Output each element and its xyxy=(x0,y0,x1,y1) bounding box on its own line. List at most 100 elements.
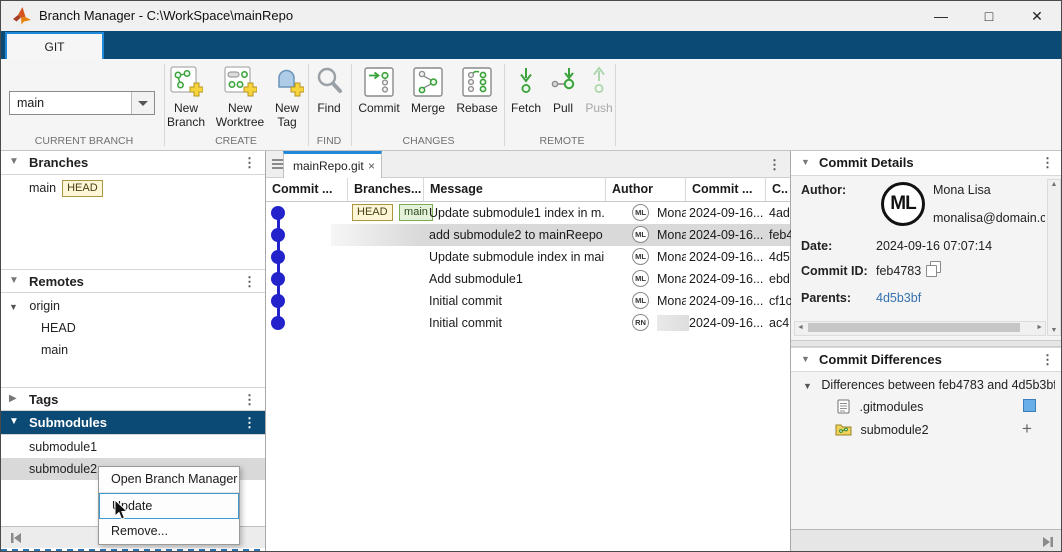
added-status-icon: + xyxy=(1022,421,1032,437)
panel-divider[interactable] xyxy=(791,340,1062,347)
col-author[interactable]: Author xyxy=(606,178,686,201)
commit-table-header: Commit ... Branches... Message Author Co… xyxy=(266,178,790,202)
toolbar-divider xyxy=(615,64,616,146)
section-branches-title: Branches xyxy=(29,155,88,170)
vertical-scrollbar[interactable]: ▲ ▼ xyxy=(1047,179,1061,336)
parent-commit-link[interactable]: 4d5b3bf xyxy=(876,291,921,305)
col-commit-id[interactable]: C.. xyxy=(766,178,791,201)
branch-main-label: main xyxy=(29,181,56,195)
collapse-panel-right-icon[interactable] xyxy=(1041,535,1055,549)
commit-date: 2024-09-16... xyxy=(689,202,764,224)
menu-item-open-branch-manager[interactable]: Open Branch Manager xyxy=(99,467,239,493)
section-branches-header[interactable]: ▼ Branches ⋮ xyxy=(1,151,265,175)
col-message[interactable]: Message xyxy=(424,178,606,201)
scroll-left-icon[interactable]: ◄ xyxy=(797,324,804,331)
section-remotes-title: Remotes xyxy=(29,274,84,289)
commit-row[interactable]: Add submodule1 ML Mona Lisa 2024-09-16..… xyxy=(266,268,790,290)
diff-file-gitmodules[interactable]: .gitmodules xyxy=(837,397,923,417)
commit-row-selected[interactable]: add submodule2 to mainReepo ML Mona Lisa… xyxy=(266,224,790,246)
tab-git[interactable]: GIT xyxy=(5,32,104,59)
combo-dropdown-icon[interactable] xyxy=(131,92,154,114)
submodule-item-1[interactable]: submodule1 xyxy=(1,436,265,458)
commit-differences-menu-icon[interactable]: ⋮ xyxy=(1041,352,1054,368)
commit-row[interactable]: Initial commit RN 2024-09-16... ac4 xyxy=(266,312,790,334)
commit-details-header[interactable]: ▼ Commit Details ⋮ xyxy=(791,151,1062,176)
copy-icon[interactable] xyxy=(926,261,940,276)
commit-author: Mona Lisa xyxy=(657,290,686,312)
collapse-triangle-icon[interactable]: ▼ xyxy=(9,156,19,167)
branches-menu-icon[interactable]: ⋮ xyxy=(243,155,256,171)
commit-message: add submodule2 to mainReepo xyxy=(429,224,605,246)
col-commit-date[interactable]: Commit ... xyxy=(686,178,766,201)
new-worktree-button[interactable]: New Worktree xyxy=(212,65,268,129)
section-tags-title: Tags xyxy=(29,392,58,407)
document-list-icon[interactable] xyxy=(272,159,283,169)
expand-triangle-icon[interactable]: ▼ xyxy=(9,302,18,312)
merge-button[interactable]: Merge xyxy=(406,65,450,115)
tab-close-icon[interactable]: × xyxy=(368,159,375,173)
pull-button[interactable]: Pull xyxy=(547,65,579,115)
remote-item-head[interactable]: HEAD xyxy=(41,317,76,339)
branch-item-main[interactable]: main HEAD xyxy=(29,177,103,199)
find-button[interactable]: Find xyxy=(310,65,348,115)
scroll-down-icon[interactable]: ▼ xyxy=(1048,327,1060,334)
section-submodules-header[interactable]: ▼ Submodules ⋮ xyxy=(1,411,265,435)
horizontal-scrollbar[interactable]: ◄ ► xyxy=(794,321,1046,336)
document-menu-icon[interactable]: ⋮ xyxy=(768,157,781,173)
submodule-folder-icon xyxy=(835,422,852,436)
current-branch-value: main xyxy=(17,96,44,110)
head-badge: HEAD xyxy=(62,180,103,197)
menu-item-remove[interactable]: Remove... xyxy=(99,519,239,544)
scroll-right-icon[interactable]: ► xyxy=(1036,324,1043,331)
expand-triangle-icon[interactable]: ▼ xyxy=(803,381,812,391)
commit-row[interactable]: HEAD main Update submodule1 index in m..… xyxy=(266,202,790,224)
commit-date: 2024-09-16... xyxy=(689,312,764,334)
collapse-triangle-icon[interactable]: ▼ xyxy=(801,354,810,364)
fetch-button[interactable]: Fetch xyxy=(507,65,545,115)
remotes-menu-icon[interactable]: ⋮ xyxy=(243,274,256,290)
minimize-button[interactable]: — xyxy=(918,1,964,31)
rebase-button[interactable]: Rebase xyxy=(453,65,501,115)
collapse-triangle-icon[interactable]: ▼ xyxy=(9,416,19,427)
author-avatar: ML xyxy=(881,182,925,226)
scroll-up-icon[interactable]: ▲ xyxy=(1048,181,1060,188)
commit-message: Update submodule index in mai... xyxy=(429,246,605,268)
push-button[interactable]: Push xyxy=(582,65,616,115)
document-tab-bar: mainRepo.git × ⋮ xyxy=(266,151,790,178)
tab-mainrepo[interactable]: mainRepo.git × xyxy=(283,151,382,178)
commit-differences-header[interactable]: ▼ Commit Differences ⋮ xyxy=(791,347,1062,372)
section-remotes-header[interactable]: ▼ Remotes ⋮ xyxy=(1,269,265,293)
file-icon xyxy=(837,399,850,414)
current-branch-combo[interactable]: main xyxy=(9,91,155,115)
new-tag-button[interactable]: New Tag xyxy=(268,65,306,129)
differences-group-row[interactable]: ▼ Differences between feb4783 and 4d5b3b… xyxy=(803,375,1055,395)
commit-details-menu-icon[interactable]: ⋮ xyxy=(1041,155,1054,171)
avatar: ML xyxy=(632,248,649,265)
diff-file-submodule2[interactable]: submodule2 xyxy=(835,420,929,440)
toolbar-divider xyxy=(308,64,309,146)
pull-icon xyxy=(547,65,579,99)
scrollbar-thumb[interactable] xyxy=(808,323,1020,332)
col-commit-graph[interactable]: Commit ... xyxy=(266,178,348,201)
new-branch-button[interactable]: New Branch xyxy=(162,65,210,129)
section-tags-header[interactable]: ▶ Tags ⋮ xyxy=(1,387,265,411)
tags-menu-icon[interactable]: ⋮ xyxy=(243,392,256,408)
commit-button[interactable]: Commit xyxy=(355,65,403,115)
remote-item-origin[interactable]: ▼ origin xyxy=(9,295,60,317)
commit-row[interactable]: Update submodule index in mai... ML Mona… xyxy=(266,246,790,268)
commit-date: 2024-09-16... xyxy=(689,268,764,290)
remote-item-main[interactable]: main xyxy=(41,339,68,361)
submodules-menu-icon[interactable]: ⋮ xyxy=(243,415,256,431)
collapsed-triangle-icon[interactable]: ▶ xyxy=(9,393,17,404)
collapse-triangle-icon[interactable]: ▼ xyxy=(801,157,810,167)
right-bottom-scroll-strip[interactable] xyxy=(791,529,1062,552)
close-button[interactable]: ✕ xyxy=(1014,1,1060,31)
collapse-panel-left-icon[interactable] xyxy=(9,531,23,545)
tab-mainrepo-label: mainRepo.git xyxy=(293,159,364,173)
maximize-button[interactable]: □ xyxy=(966,1,1012,31)
col-branches[interactable]: Branches... xyxy=(348,178,424,201)
commit-message: Initial commit xyxy=(429,290,605,312)
commit-row[interactable]: Initial commit ML Mona Lisa 2024-09-16..… xyxy=(266,290,790,312)
commit-author: Mona Lisa xyxy=(657,268,686,290)
collapse-triangle-icon[interactable]: ▼ xyxy=(9,275,19,286)
